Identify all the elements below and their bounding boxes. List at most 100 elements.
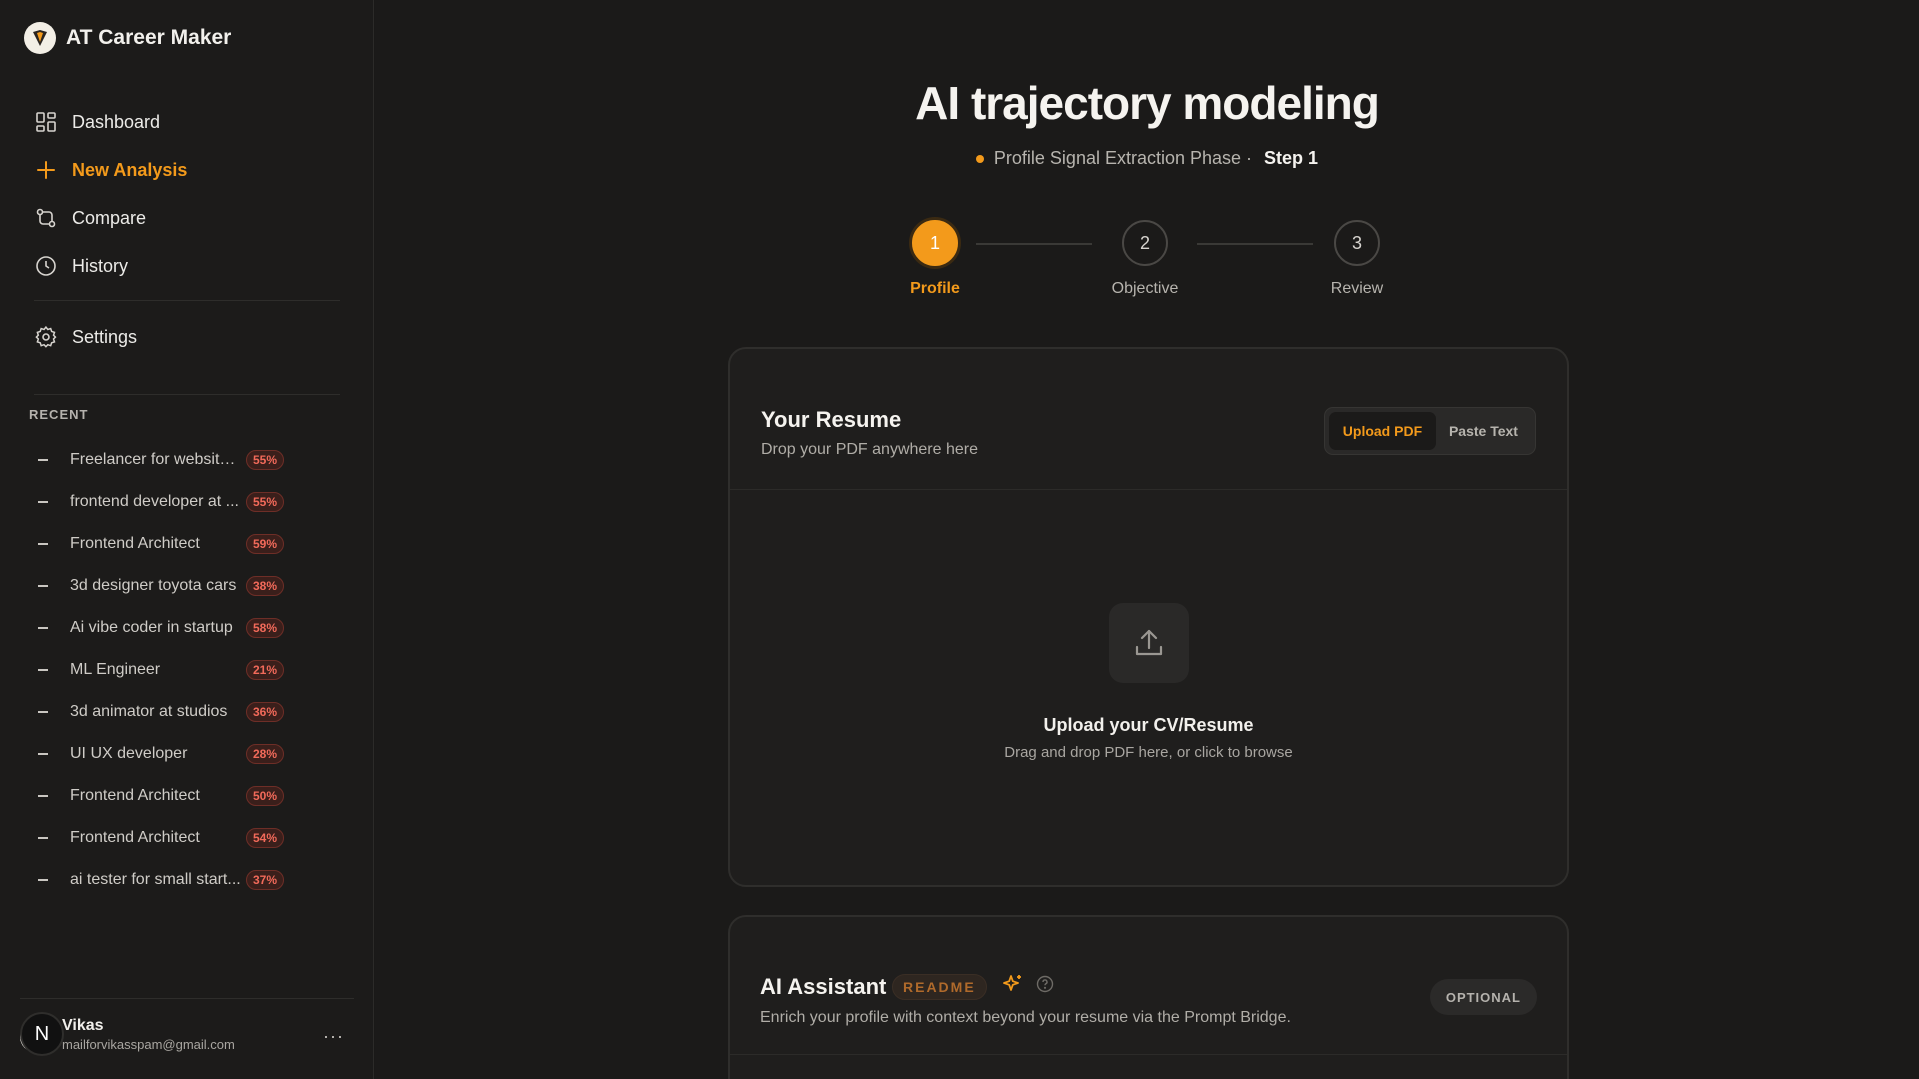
sidebar: AT Career Maker Dashboard New Analysis C… bbox=[0, 0, 374, 1079]
clock-icon bbox=[34, 254, 58, 278]
nav-history[interactable]: History bbox=[34, 242, 340, 290]
upload-pdf-tab[interactable]: Upload PDF bbox=[1329, 412, 1436, 450]
gear-icon bbox=[34, 325, 58, 349]
recent-item-label: Frontend Architect bbox=[70, 787, 200, 804]
dash-icon bbox=[38, 795, 48, 797]
user-info: Vikas mailforvikasspam@gmail.com bbox=[62, 1017, 235, 1052]
score-badge: 21% bbox=[246, 660, 285, 680]
user-profile[interactable]: N Vikas mailforvikasspam@gmail.com ··· bbox=[20, 1012, 350, 1056]
recent-item-label: 3d designer toyota cars bbox=[70, 577, 237, 594]
step-label: Step 1 bbox=[1264, 148, 1319, 168]
recent-item-label: Ai vibe coder in startup bbox=[70, 619, 233, 636]
dropzone-title: Upload your CV/Resume bbox=[1043, 715, 1254, 735]
input-mode-toggle: Upload PDF Paste Text bbox=[1324, 407, 1536, 455]
nav-new-analysis-label: New Analysis bbox=[72, 159, 188, 180]
step-review[interactable]: 3 Review bbox=[1297, 220, 1417, 298]
dash-icon bbox=[38, 711, 48, 713]
ai-assistant-subtitle: Enrich your profile with context beyond … bbox=[760, 1009, 1291, 1026]
recent-item-label: UI UX developer bbox=[70, 745, 188, 762]
logo-icon bbox=[24, 22, 56, 54]
step-label: Objective bbox=[1111, 280, 1179, 297]
dash-icon bbox=[38, 879, 48, 881]
ai-assistant-title: AI Assistant bbox=[760, 974, 887, 999]
recent-item[interactable]: UI UX developer 28% bbox=[38, 733, 338, 775]
sparkle-icon bbox=[1002, 973, 1024, 1000]
recent-item[interactable]: Frontend Architect 50% bbox=[38, 775, 338, 817]
more-options-icon[interactable]: ··· bbox=[323, 1026, 344, 1047]
plus-icon bbox=[34, 158, 58, 182]
dash-icon bbox=[38, 585, 48, 587]
phase-indicator: Profile Signal Extraction Phase · Step 1 bbox=[375, 148, 1919, 169]
nav-settings-label: Settings bbox=[72, 326, 138, 347]
score-badge: 55% bbox=[246, 450, 285, 470]
resume-title: Your Resume bbox=[761, 407, 902, 432]
user-email: mailforvikasspam@gmail.com bbox=[62, 1036, 235, 1052]
recent-item[interactable]: 3d animator at studios 36% bbox=[38, 691, 338, 733]
dash-icon bbox=[38, 627, 48, 629]
resume-card-header: Your Resume Drop your PDF anywhere here … bbox=[730, 349, 1567, 490]
recent-item-label: ML Engineer bbox=[70, 661, 161, 678]
nav-new-analysis[interactable]: New Analysis bbox=[34, 146, 340, 194]
step-label: Review bbox=[1330, 280, 1384, 297]
ai-assistant-card: AI Assistant README Enrich your profile … bbox=[728, 915, 1569, 1079]
dropzone-subtitle: Drag and drop PDF here, or click to brow… bbox=[1004, 744, 1293, 761]
brand[interactable]: AT Career Maker bbox=[24, 22, 231, 54]
page-title: AI trajectory modeling bbox=[915, 77, 1380, 129]
readme-badge[interactable]: README bbox=[892, 974, 987, 1000]
app-title: AT Career Maker bbox=[66, 26, 232, 49]
dash-icon bbox=[38, 753, 48, 755]
recent-item[interactable]: 3d designer toyota cars 38% bbox=[38, 565, 338, 607]
step-connector bbox=[1197, 243, 1313, 245]
dash-icon bbox=[38, 669, 48, 671]
status-dot-icon bbox=[975, 154, 984, 163]
recent-heading: RECENT bbox=[29, 407, 89, 422]
score-badge: 37% bbox=[246, 870, 285, 890]
score-badge: 36% bbox=[246, 702, 285, 722]
dash-icon bbox=[38, 459, 48, 461]
recent-divider bbox=[34, 394, 340, 395]
dash-icon bbox=[38, 837, 48, 839]
recent-item-label: Frontend Architect bbox=[70, 829, 200, 846]
optional-badge: OPTIONAL bbox=[1429, 979, 1537, 1015]
dash-icon bbox=[38, 501, 48, 503]
score-badge: 54% bbox=[246, 828, 285, 848]
avatar[interactable]: N bbox=[20, 1012, 64, 1056]
nav-dashboard[interactable]: Dashboard bbox=[34, 98, 340, 146]
step-number: 3 bbox=[1334, 220, 1380, 266]
step-number: 2 bbox=[1122, 220, 1168, 266]
paste-text-tab[interactable]: Paste Text bbox=[1436, 412, 1531, 450]
recent-item-label: Freelancer for website ... bbox=[70, 451, 242, 468]
ai-card-divider bbox=[730, 1054, 1567, 1055]
help-icon[interactable] bbox=[1036, 975, 1054, 998]
score-badge: 28% bbox=[246, 744, 285, 764]
user-name: Vikas bbox=[62, 1016, 104, 1034]
recent-item[interactable]: ai tester for small start... 37% bbox=[38, 859, 338, 901]
recent-item[interactable]: Freelancer for website ... 55% bbox=[38, 439, 338, 481]
dashboard-icon bbox=[34, 110, 58, 134]
nav-settings[interactable]: Settings bbox=[34, 313, 340, 361]
recent-item[interactable]: Frontend Architect 59% bbox=[38, 523, 338, 565]
nav-compare-label: Compare bbox=[72, 207, 147, 228]
resume-subtitle: Drop your PDF anywhere here bbox=[761, 441, 978, 458]
nav-dashboard-label: Dashboard bbox=[72, 111, 161, 132]
nav-history-label: History bbox=[72, 255, 129, 276]
recent-item[interactable]: Frontend Architect 54% bbox=[38, 817, 338, 859]
score-badge: 59% bbox=[246, 534, 285, 554]
score-badge: 50% bbox=[246, 786, 285, 806]
resume-card: Your Resume Drop your PDF anywhere here … bbox=[728, 347, 1569, 887]
nav-compare[interactable]: Compare bbox=[34, 194, 340, 242]
recent-item[interactable]: ML Engineer 21% bbox=[38, 649, 338, 691]
score-badge: 58% bbox=[246, 618, 285, 638]
resume-dropzone[interactable]: Upload your CV/Resume Drag and drop PDF … bbox=[730, 490, 1567, 885]
score-badge: 55% bbox=[246, 492, 285, 512]
recent-item[interactable]: Ai vibe coder in startup 58% bbox=[38, 607, 338, 649]
phase-label: Profile Signal Extraction Phase · bbox=[993, 148, 1253, 168]
step-number: 1 bbox=[912, 220, 958, 266]
upload-icon bbox=[1109, 603, 1189, 683]
recent-item[interactable]: frontend developer at ... 55% bbox=[38, 481, 338, 523]
main-nav: Dashboard New Analysis Compare History S… bbox=[34, 98, 340, 361]
step-objective[interactable]: 2 Objective bbox=[1085, 220, 1205, 298]
dash-icon bbox=[38, 543, 48, 545]
step-profile[interactable]: 1 Profile bbox=[875, 220, 995, 298]
score-badge: 38% bbox=[246, 576, 285, 596]
